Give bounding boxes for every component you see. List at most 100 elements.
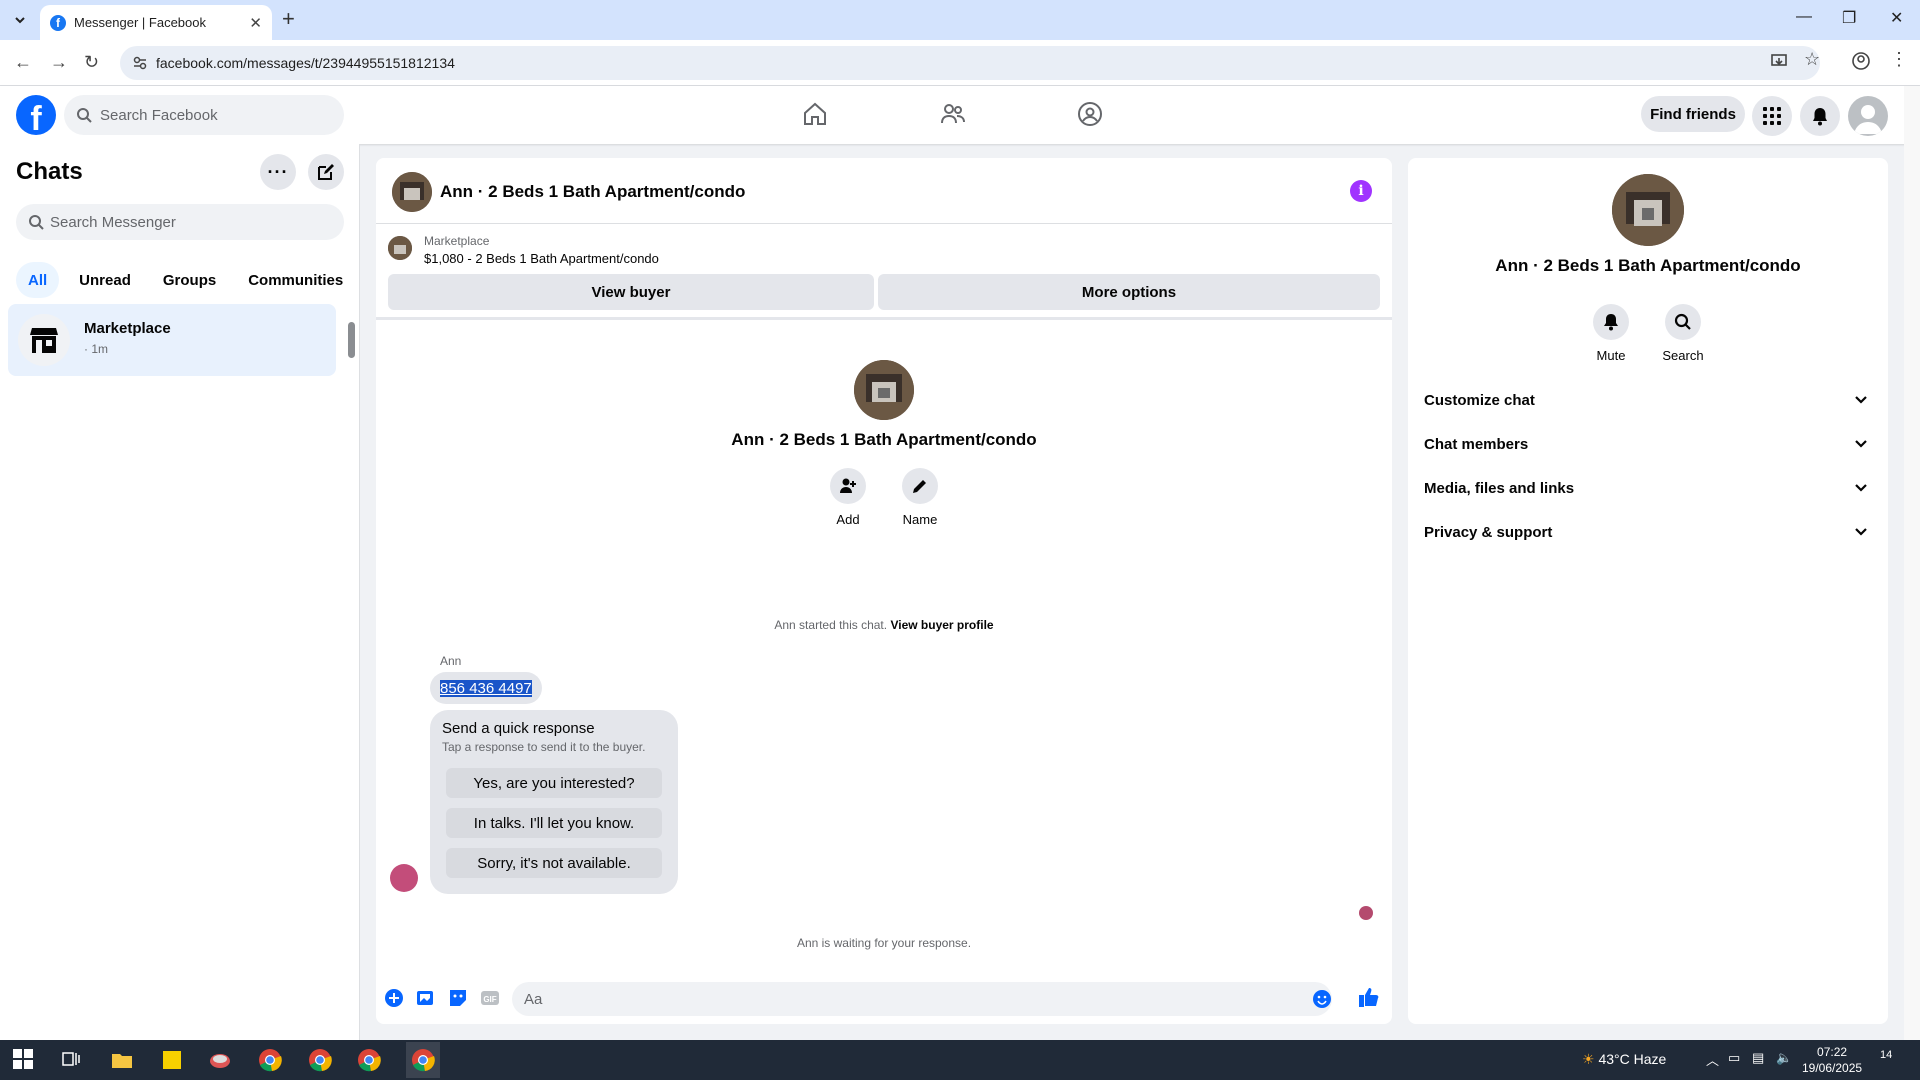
- chrome-icon-active[interactable]: [406, 1042, 440, 1078]
- url-text: facebook.com/messages/t/2394495515181213…: [156, 55, 455, 71]
- browser-tabbar: f Messenger | Facebook ✕ + — ❐ ✕: [0, 0, 1920, 40]
- window-close-icon[interactable]: ✕: [1890, 8, 1903, 28]
- media-files-links-row[interactable]: Media, files and links: [1424, 466, 1872, 510]
- message-input[interactable]: Aa: [512, 982, 1332, 1016]
- facebook-search-input[interactable]: Search Facebook: [64, 95, 344, 135]
- chrome-icon[interactable]: [258, 1048, 282, 1072]
- marketplace-banner: Marketplace $1,080 - 2 Beds 1 Bath Apart…: [376, 224, 1392, 320]
- mute-label: Mute: [1596, 348, 1626, 363]
- search-conversation-button[interactable]: Search: [1653, 304, 1713, 363]
- weather-widget[interactable]: ☀ 43°C Haze: [1582, 1051, 1666, 1068]
- quick-response-subtitle: Tap a response to send it to the buyer.: [442, 740, 646, 754]
- thumbs-up-icon[interactable]: [1358, 986, 1380, 1008]
- sticker-icon[interactable]: [448, 988, 468, 1008]
- menu-grid-icon[interactable]: [1752, 96, 1792, 136]
- site-info-icon[interactable]: [132, 55, 148, 71]
- restore-icon[interactable]: ❐: [1842, 8, 1856, 28]
- windows-start-icon[interactable]: [12, 1048, 36, 1072]
- emoji-icon[interactable]: [1312, 989, 1332, 1009]
- bookmark-star-icon[interactable]: ☆: [1804, 49, 1820, 70]
- app-icon[interactable]: [208, 1048, 232, 1072]
- details-photo[interactable]: [1612, 174, 1684, 246]
- address-bar[interactable]: facebook.com/messages/t/2394495515181213…: [120, 46, 1820, 80]
- sticky-notes-icon[interactable]: [160, 1048, 184, 1072]
- windows-taskbar: ☀ 43°C Haze ︿ ▭ ▤ 🔈 07:22 19/06/2025 14: [0, 1040, 1920, 1080]
- clock-time: 07:22: [1817, 1045, 1848, 1059]
- tray-chevron-icon[interactable]: ︿: [1706, 1050, 1719, 1069]
- search-label: Search: [1662, 348, 1704, 363]
- weather-sun-icon: ☀: [1582, 1051, 1595, 1067]
- network-icon[interactable]: ▤: [1752, 1050, 1764, 1066]
- notifications-bell-icon[interactable]: [1800, 96, 1840, 136]
- profile-icon[interactable]: [1852, 52, 1870, 70]
- more-options-button[interactable]: More options: [878, 274, 1380, 310]
- search-icon: [28, 214, 44, 230]
- find-friends-button[interactable]: Find friends: [1641, 96, 1745, 132]
- tab-search-chevron-icon[interactable]: [8, 8, 32, 32]
- add-member-button[interactable]: Add: [818, 468, 878, 527]
- chat-list-item[interactable]: Marketplace · 1m: [8, 304, 336, 376]
- minimize-icon[interactable]: —: [1796, 8, 1812, 26]
- chat-list-scrollbar[interactable]: [348, 310, 356, 370]
- new-message-icon[interactable]: [308, 154, 344, 190]
- page-scrollbar[interactable]: [1904, 86, 1920, 1040]
- customize-chat-row[interactable]: Customize chat: [1424, 378, 1872, 422]
- scrollbar-thumb[interactable]: [348, 322, 355, 358]
- clock[interactable]: 07:22 19/06/2025: [1802, 1044, 1862, 1076]
- facebook-header: f Search Facebook Find friends: [0, 86, 1920, 144]
- gif-icon[interactable]: GIF: [480, 988, 500, 1008]
- filter-all[interactable]: All: [16, 262, 60, 298]
- chrome-icon[interactable]: [357, 1048, 381, 1072]
- forward-icon[interactable]: →: [50, 52, 68, 73]
- info-icon[interactable]: i: [1350, 180, 1372, 202]
- sender-avatar[interactable]: [390, 864, 418, 892]
- chrome-icon[interactable]: [308, 1048, 332, 1072]
- notification-center-icon[interactable]: 14: [1880, 1049, 1892, 1061]
- view-buyer-profile-link[interactable]: View buyer profile: [890, 618, 993, 632]
- tab-title: Messenger | Facebook: [74, 15, 206, 30]
- search-icon: [76, 107, 92, 123]
- message-input-placeholder: Aa: [524, 990, 543, 1008]
- browser-tab[interactable]: f Messenger | Facebook ✕: [40, 5, 272, 40]
- photo-icon[interactable]: [416, 988, 436, 1008]
- new-tab-icon[interactable]: +: [282, 8, 295, 30]
- browser-menu-icon[interactable]: ⋮: [1890, 49, 1908, 70]
- conversation-title: Ann · 2 Beds 1 Bath Apartment/condo: [440, 182, 746, 201]
- clock-date: 19/06/2025: [1802, 1061, 1863, 1075]
- listing-photo[interactable]: [392, 172, 432, 212]
- view-buyer-button[interactable]: View buyer: [388, 274, 874, 310]
- edit-name-button[interactable]: Name: [890, 468, 950, 527]
- quick-response-button[interactable]: Sorry, it's not available.: [446, 848, 662, 878]
- quick-response-button[interactable]: In talks. I'll let you know.: [446, 808, 662, 838]
- weather-text: 43°C Haze: [1598, 1051, 1667, 1067]
- chat-details-panel: Ann · 2 Beds 1 Bath Apartment/condo Mute…: [1408, 158, 1888, 1024]
- listing-price[interactable]: $1,080 - 2 Beds 1 Bath Apartment/condo: [424, 251, 659, 266]
- privacy-support-row[interactable]: Privacy & support: [1424, 510, 1872, 554]
- close-tab-icon[interactable]: ✕: [249, 14, 262, 32]
- chat-members-row[interactable]: Chat members: [1424, 422, 1872, 466]
- volume-icon[interactable]: 🔈: [1776, 1050, 1792, 1066]
- task-view-icon[interactable]: [60, 1048, 84, 1072]
- groups-icon[interactable]: [1077, 101, 1103, 127]
- more-options-icon[interactable]: ···: [260, 154, 296, 190]
- messenger-search-input[interactable]: Search Messenger: [16, 204, 344, 240]
- filter-communities[interactable]: Communities: [236, 262, 355, 298]
- friends-icon[interactable]: [940, 101, 966, 127]
- phone-number[interactable]: 856 436 4497: [440, 679, 532, 697]
- mute-button[interactable]: Mute: [1581, 304, 1641, 363]
- filter-unread[interactable]: Unread: [67, 262, 143, 298]
- back-icon[interactable]: ←: [14, 52, 32, 73]
- intro-title: Ann · 2 Beds 1 Bath Apartment/condo: [731, 430, 1037, 449]
- message-bubble[interactable]: 856 436 4497: [430, 672, 542, 704]
- reload-icon[interactable]: ↻: [84, 52, 99, 73]
- filter-groups[interactable]: Groups: [151, 262, 228, 298]
- home-icon[interactable]: [802, 101, 828, 127]
- install-app-icon[interactable]: [1770, 52, 1788, 70]
- quick-response-button[interactable]: Yes, are you interested?: [446, 768, 662, 798]
- plus-circle-icon[interactable]: [384, 988, 404, 1008]
- tray-device-icon[interactable]: ▭: [1728, 1050, 1740, 1066]
- facebook-logo-icon[interactable]: f: [16, 95, 56, 135]
- file-explorer-icon[interactable]: [110, 1048, 134, 1072]
- account-avatar[interactable]: [1848, 96, 1888, 136]
- section-label: Chat members: [1424, 435, 1529, 453]
